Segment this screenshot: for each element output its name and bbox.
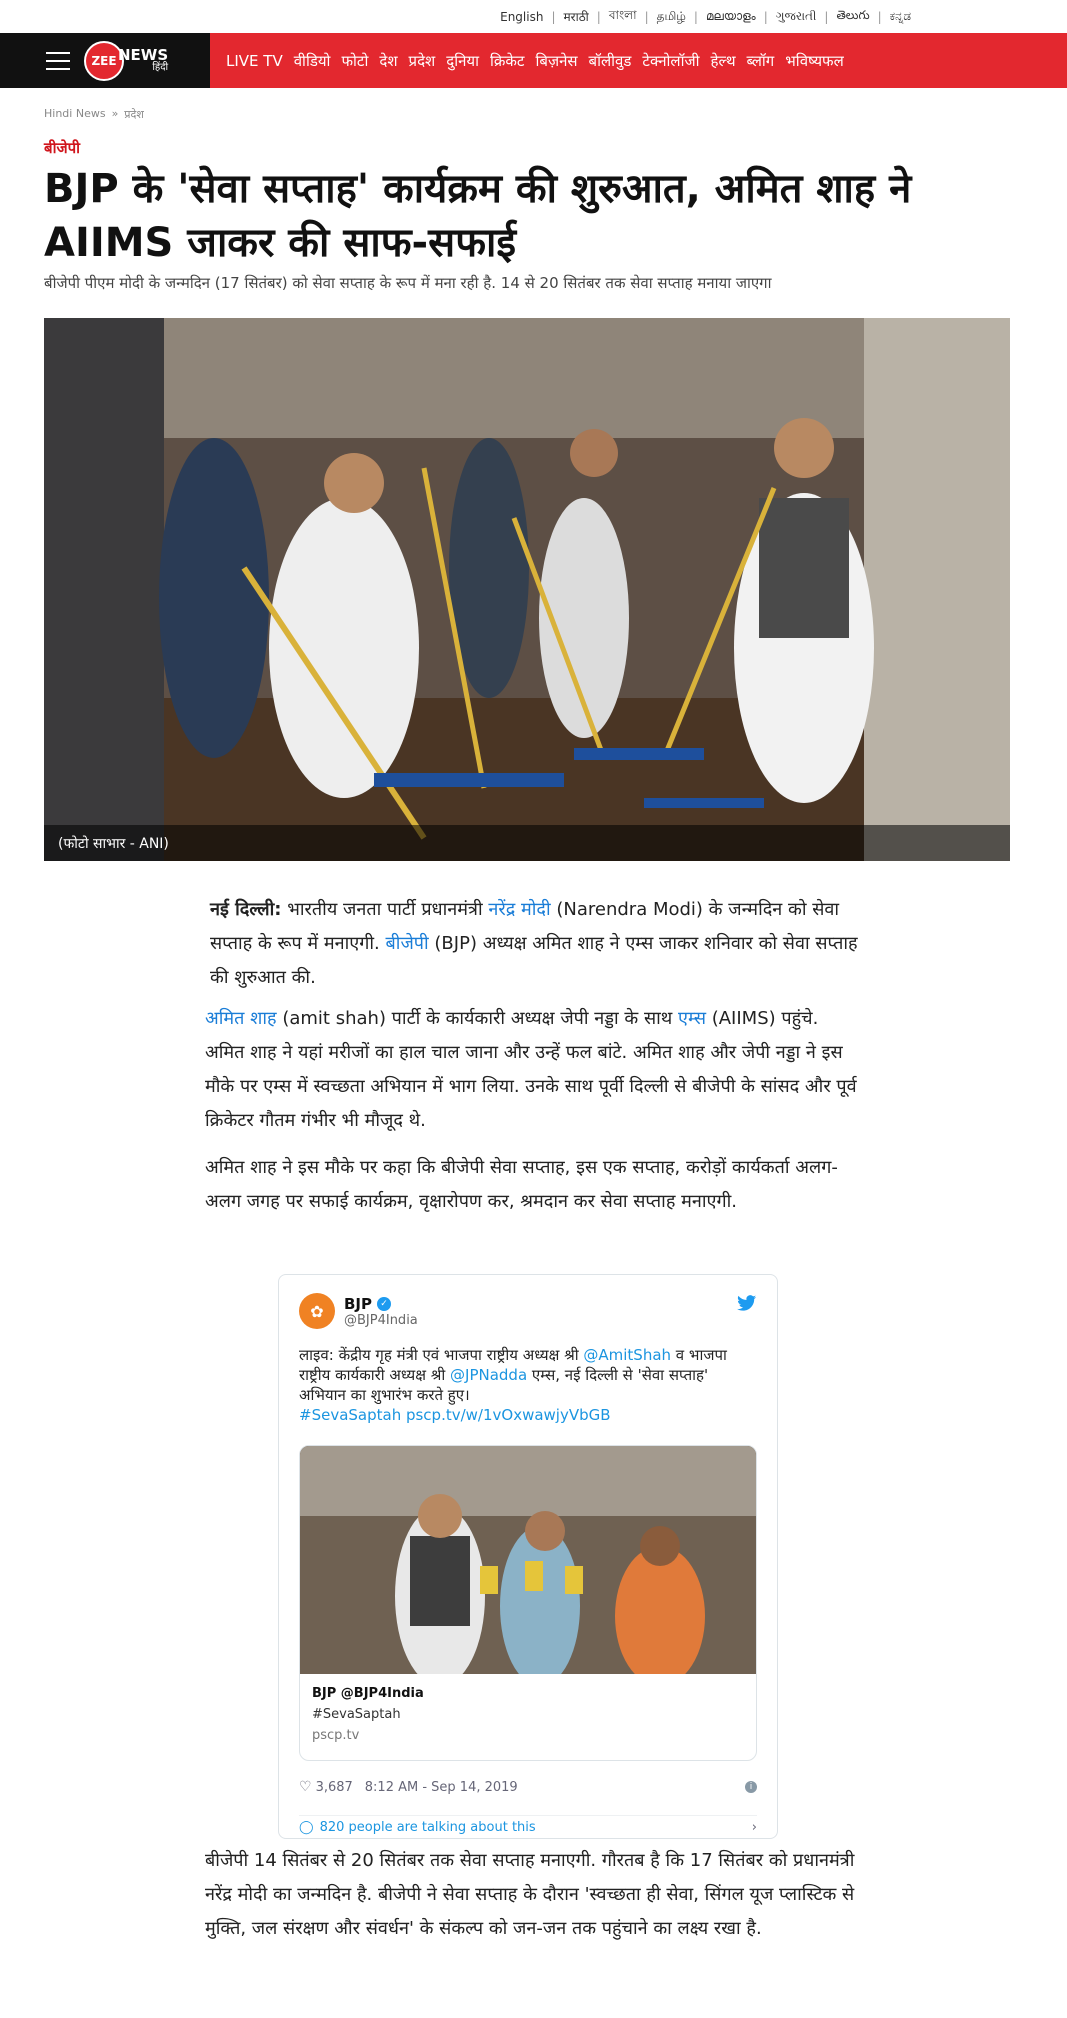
- dateline: नई दिल्ली:: [210, 899, 282, 920]
- breadcrumb: Hindi News » प्रदेश: [44, 107, 144, 122]
- p2-text-1: (amit shah) पार्टी के कार्यकारी अध्यक्ष …: [276, 1008, 679, 1029]
- category-label[interactable]: बीजेपी: [44, 138, 80, 158]
- lang-kannada[interactable]: ಕನ್ನಡ: [882, 9, 919, 24]
- hashtag-sevasaptah[interactable]: #SevaSaptah: [299, 1406, 401, 1424]
- nav-business[interactable]: बिज़नेस: [536, 51, 578, 71]
- nav-live-tv[interactable]: LIVE TV: [226, 52, 283, 70]
- link-bjp[interactable]: बीजेपी: [386, 933, 429, 954]
- menu-icon[interactable]: [46, 51, 70, 70]
- nav-duniya[interactable]: दुनिया: [446, 51, 479, 71]
- hero-photo-illustration: [44, 318, 1010, 861]
- nav-technology[interactable]: टेक्नोलॉजी: [642, 51, 699, 71]
- breadcrumb-section[interactable]: प्रदेश: [124, 107, 144, 122]
- tweet-like-count[interactable]: 3,687: [316, 1780, 353, 1795]
- breadcrumb-separator: »: [111, 107, 119, 120]
- mention-jpnadda[interactable]: @JPNadda: [450, 1366, 527, 1384]
- lang-tamil[interactable]: தமிழ்: [649, 9, 694, 25]
- brand-area: ZEE NEWS हिंदी: [0, 33, 210, 88]
- nav-health[interactable]: हेल्थ: [710, 51, 735, 71]
- nav-photo[interactable]: फोटो: [341, 51, 368, 71]
- mention-amitshah[interactable]: @AmitShah: [583, 1346, 671, 1364]
- tweet-avatar[interactable]: ✿: [299, 1293, 335, 1329]
- nav-desh[interactable]: देश: [379, 51, 397, 71]
- tweet-card-image: [300, 1446, 756, 1686]
- nav-video[interactable]: वीडियो: [294, 51, 331, 71]
- logo-name: NEWS: [118, 46, 169, 64]
- tweet-timestamp[interactable]: 8:12 AM - Sep 14, 2019: [365, 1780, 518, 1795]
- article-paragraph-3: अमित शाह ने इस मौके पर कहा कि बीजेपी सेव…: [205, 1157, 838, 1212]
- nav-links: LIVE TV वीडियो फोटो देश प्रदेश दुनिया क्…: [226, 51, 855, 71]
- tweet-talking-count: 820 people are talking about this: [319, 1820, 536, 1835]
- article-paragraph-2: अमित शाह (amit shah) पार्टी के कार्यकारी…: [205, 1002, 857, 1138]
- hero-image: (फोटो साभार - ANI): [44, 318, 1010, 861]
- tweet-link-card[interactable]: BJP @BJP4India #SevaSaptah pscp.tv: [299, 1445, 757, 1761]
- twitter-bird-icon[interactable]: [737, 1295, 757, 1317]
- tweet-card-description: #SevaSaptah: [312, 1707, 401, 1722]
- lang-bangla[interactable]: বাংলা: [601, 7, 645, 27]
- tweet-text-1: लाइव: केंद्रीय गृह मंत्री एवं भाजपा राष्…: [299, 1346, 584, 1364]
- lang-malayalam[interactable]: മലയാളം: [698, 9, 764, 24]
- nav-pradesh[interactable]: प्रदेश: [409, 51, 436, 71]
- hero-caption: (फोटो साभार - ANI): [44, 825, 1010, 861]
- p1-text-1: भारतीय जनता पार्टी प्रधानमंत्री: [281, 899, 489, 920]
- tweet-author-handle[interactable]: @BJP4India: [344, 1313, 418, 1328]
- info-icon[interactable]: i: [745, 1781, 757, 1793]
- tweet-author-name[interactable]: BJP: [344, 1295, 372, 1313]
- language-bar: English | मराठी | বাংলা | தமிழ் | മലയാളം | ગુ…: [0, 0, 1067, 33]
- nav-blog[interactable]: ब्लॉग: [747, 51, 775, 71]
- article-summary: बीजेपी पीएम मोदी के जन्मदिन (17 सितंबर) …: [44, 274, 772, 292]
- nav-cricket[interactable]: क्रिकेट: [490, 51, 525, 71]
- heart-icon[interactable]: ♡: [299, 1779, 312, 1795]
- article-paragraph-1: नई दिल्ली: भारतीय जनता पार्टी प्रधानमंत्…: [210, 893, 862, 995]
- link-amit-shah[interactable]: अमित शाह: [205, 1008, 277, 1029]
- article-paragraph-4: बीजेपी 14 सितंबर से 20 सितंबर तक सेवा सप…: [205, 1850, 855, 1939]
- main-nav: ZEE NEWS हिंदी LIVE TV वीडियो फोटो देश प…: [0, 33, 1067, 88]
- embedded-tweet: ✿ BJP ✓ @BJP4India लाइव: केंद्रीय गृह मंत…: [278, 1274, 778, 1839]
- nav-bollywood[interactable]: बॉलीवुड: [589, 51, 632, 71]
- link-narendra-modi[interactable]: नरेंद्र मोदी: [488, 899, 550, 920]
- tweet-link[interactable]: pscp.tv/w/1vOxwawjyVbGB: [401, 1406, 611, 1424]
- tweet-header: ✿ BJP ✓ @BJP4India: [299, 1293, 418, 1329]
- logo-sub: हिंदी: [152, 62, 169, 73]
- site-logo[interactable]: ZEE NEWS हिंदी: [78, 40, 169, 81]
- lang-gujarati[interactable]: ગુજરાતી: [768, 9, 825, 24]
- lang-telugu[interactable]: తెలుగు: [828, 8, 877, 25]
- tweet-card-domain: pscp.tv: [312, 1728, 360, 1743]
- link-aiims[interactable]: एम्स: [678, 1008, 706, 1029]
- breadcrumb-home[interactable]: Hindi News: [44, 107, 106, 122]
- page-title: BJP के 'सेवा सप्ताह' कार्यक्रम की शुरुआत…: [44, 166, 912, 266]
- tweet-card-title: BJP @BJP4India: [312, 1686, 424, 1701]
- comment-icon: ◯: [299, 1820, 314, 1835]
- lang-marathi[interactable]: मराठी: [556, 8, 597, 25]
- tweet-footer: ♡ 3,687 8:12 AM - Sep 14, 2019 i: [299, 1779, 757, 1795]
- tweet-text: लाइव: केंद्रीय गृह मंत्री एवं भाजपा राष्…: [299, 1345, 759, 1425]
- tweet-conversation-link[interactable]: ◯ 820 people are talking about this ›: [299, 1815, 757, 1835]
- lang-english[interactable]: English: [492, 10, 551, 24]
- verified-icon: ✓: [377, 1296, 392, 1311]
- nav-horoscope[interactable]: भविष्यफल: [785, 51, 844, 71]
- chevron-right-icon: ›: [751, 1820, 757, 1835]
